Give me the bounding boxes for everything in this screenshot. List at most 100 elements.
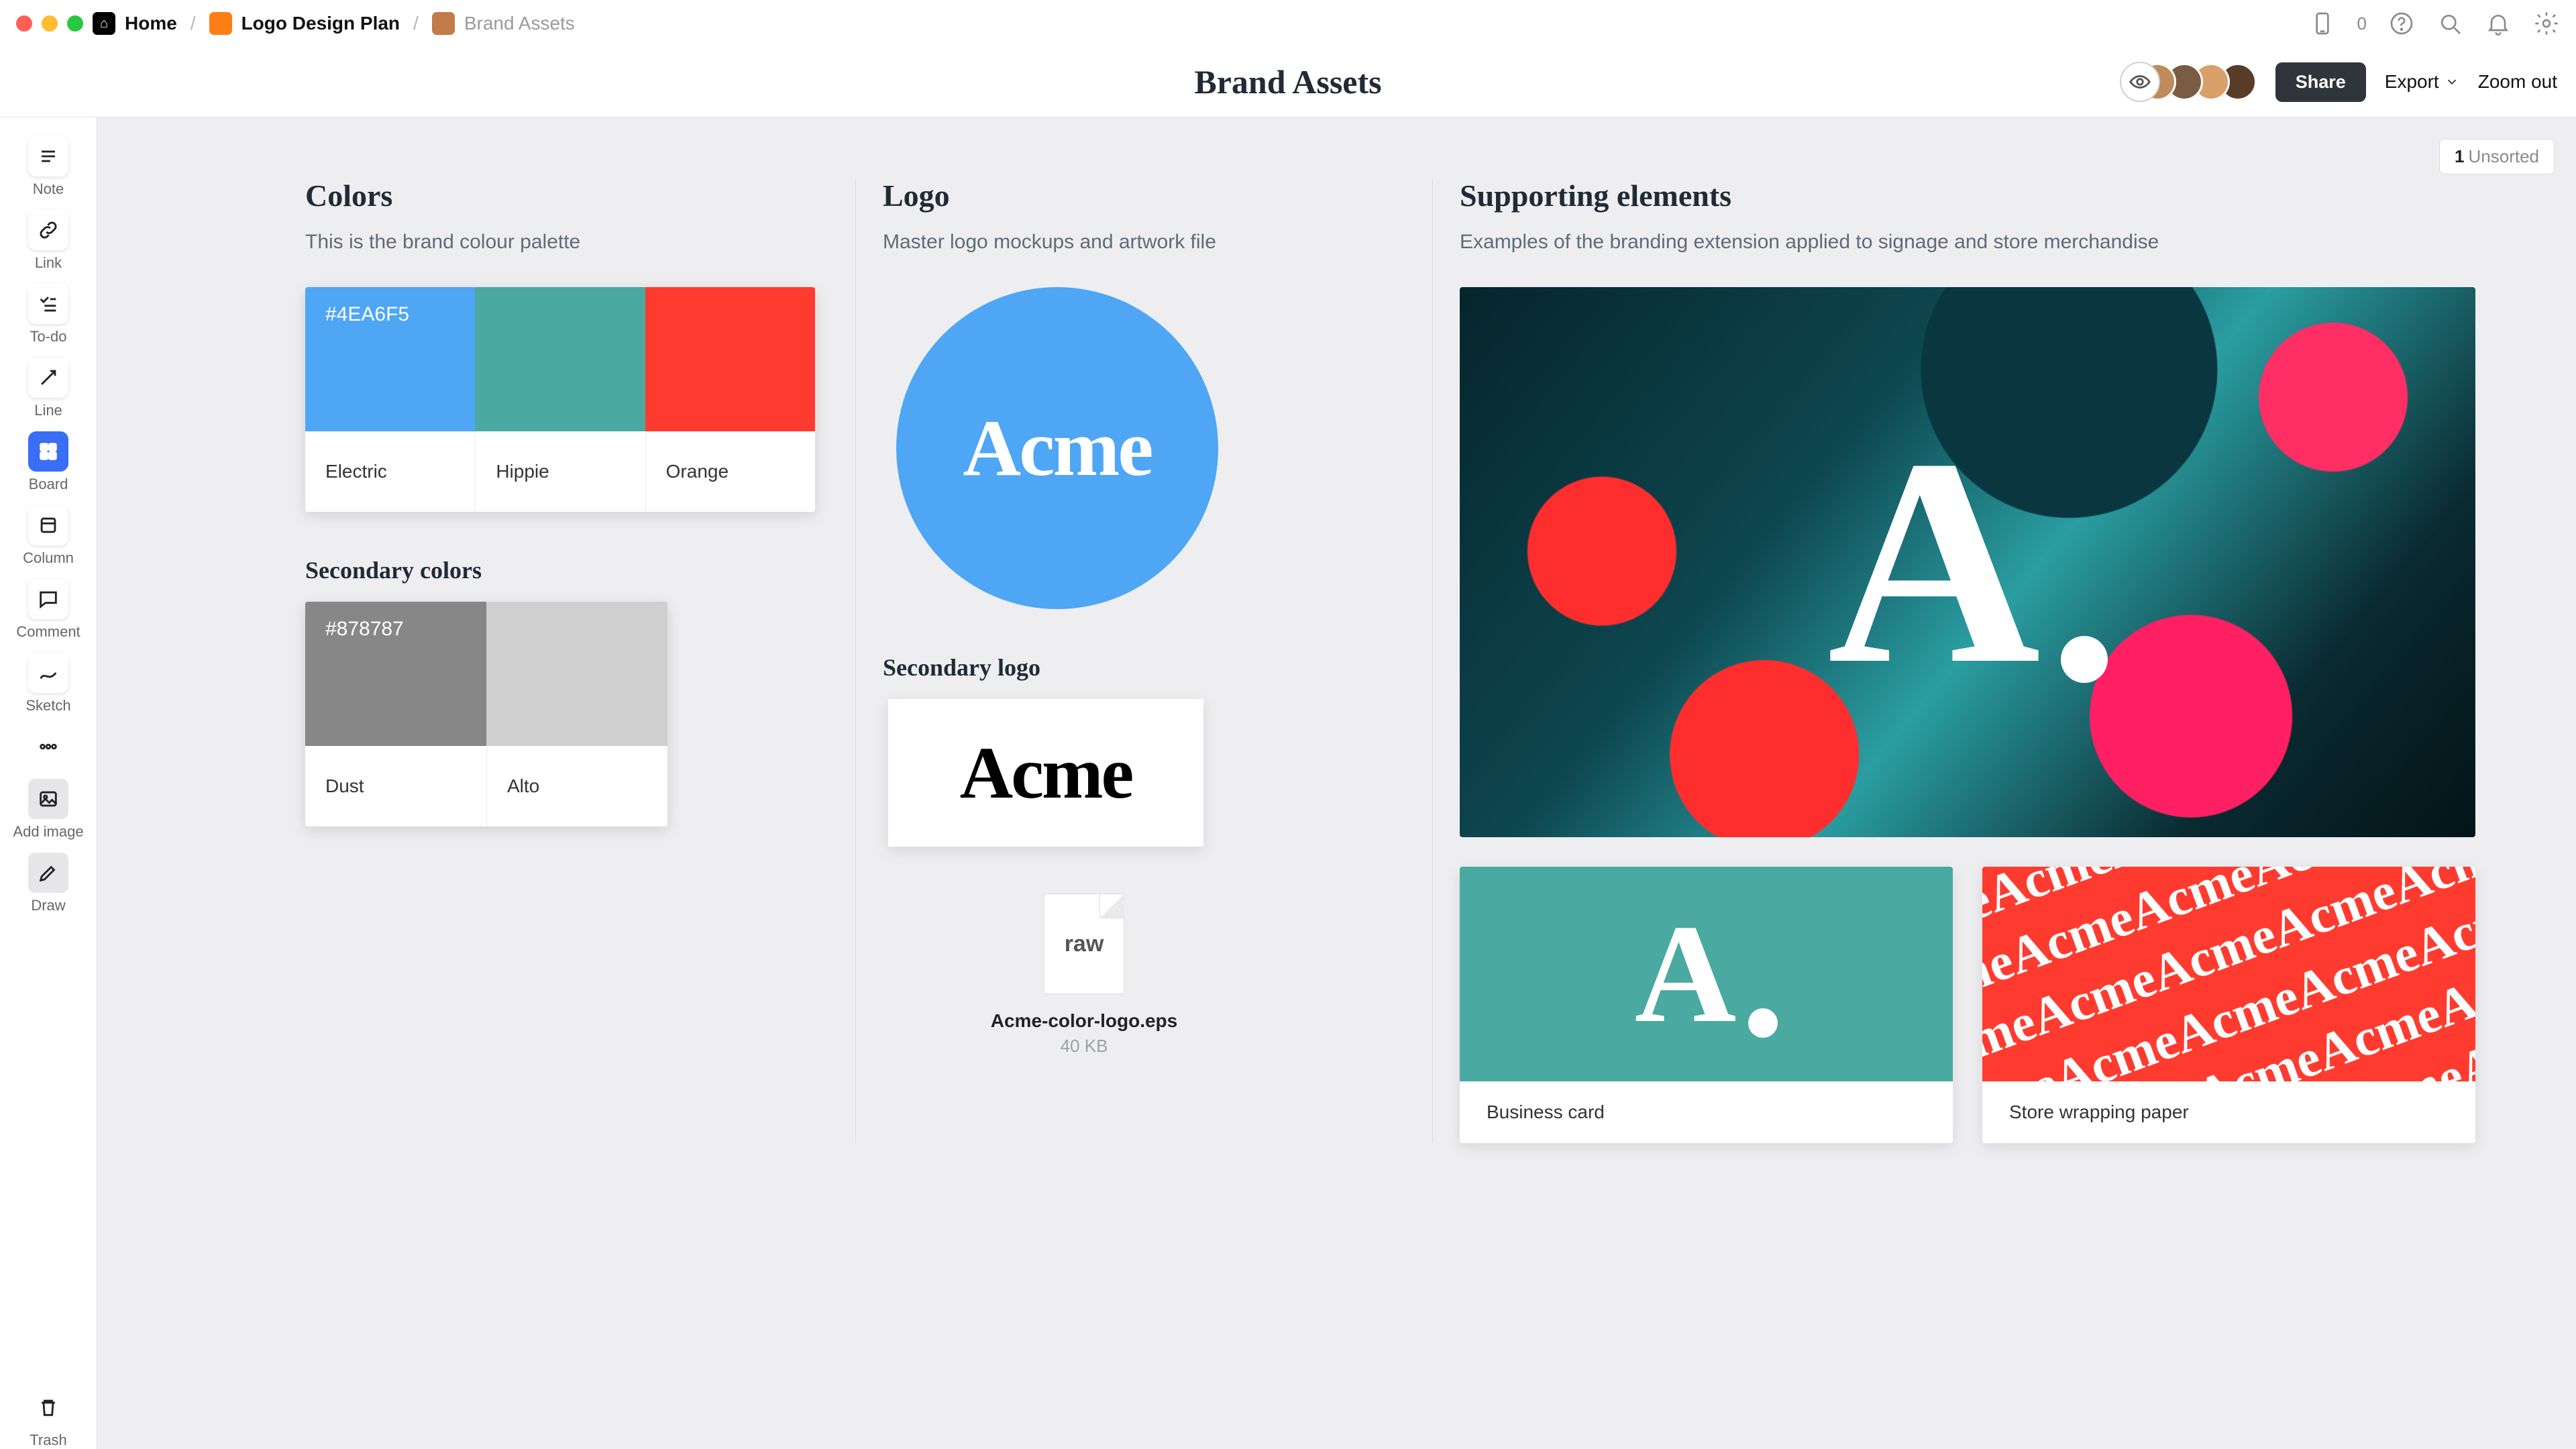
secondary-logo[interactable]: Acme xyxy=(888,699,1203,847)
logo-wordmark: Acme xyxy=(963,402,1151,494)
swatch[interactable]: Orange xyxy=(645,287,815,512)
card-thumb: A xyxy=(1460,867,1953,1081)
card-caption: Business card xyxy=(1460,1081,1953,1143)
card-caption: Store wrapping paper xyxy=(1982,1081,2475,1143)
device-icon[interactable] xyxy=(2309,10,2336,37)
board-canvas[interactable]: 1Unsorted Colors This is the brand colou… xyxy=(97,117,2576,1449)
swatch[interactable]: #4EA6F5 Electric xyxy=(305,287,475,512)
gear-icon[interactable] xyxy=(2533,10,2560,37)
tool-label: Sketch xyxy=(25,697,70,714)
tool-label: Draw xyxy=(31,897,65,914)
tool-more[interactable] xyxy=(28,727,68,767)
hero-mark: A xyxy=(1827,415,2108,710)
tool-note[interactable]: Note xyxy=(28,136,68,198)
breadcrumb-home[interactable]: Home xyxy=(125,13,177,34)
column-sub: This is the brand colour palette xyxy=(305,231,828,254)
chevron-down-icon xyxy=(2445,74,2459,89)
tool-label: Board xyxy=(29,476,68,493)
tool-label: Note xyxy=(33,180,64,198)
window-controls xyxy=(16,15,83,32)
export-label: Export xyxy=(2385,71,2439,93)
bell-icon[interactable] xyxy=(2485,10,2512,37)
tool-label: Add image xyxy=(13,823,83,841)
primary-logo[interactable]: Acme xyxy=(896,287,1218,609)
column-sub: Master logo mockups and artwork file xyxy=(883,231,1405,254)
presence-eye-icon xyxy=(2120,62,2160,102)
tool-link[interactable]: Link xyxy=(28,210,68,272)
breadcrumb-sep: / xyxy=(409,13,423,34)
column-heading: Colors xyxy=(305,178,828,213)
tool-sidebar: Note Link To-do Line Board Column Commen… xyxy=(0,117,97,1449)
page-icon[interactable] xyxy=(432,12,455,35)
card-wrapping-paper[interactable]: AcmeAcmeAcmeAcmeAcmeAcmeAcmeAcmeAcmeAcme… xyxy=(1982,867,2475,1143)
tool-column[interactable]: Column xyxy=(23,505,74,567)
export-button[interactable]: Export xyxy=(2385,71,2459,93)
file-icon: raw xyxy=(1044,894,1124,994)
swatch-name: Alto xyxy=(486,746,667,826)
column-heading: Logo xyxy=(883,178,1405,213)
column-sub: Examples of the branding extension appli… xyxy=(1460,231,2475,254)
card-business-card[interactable]: A Business card xyxy=(1460,867,1953,1143)
home-icon[interactable]: ⌂ xyxy=(93,12,115,35)
tool-add-image[interactable]: Add image xyxy=(13,779,83,841)
period-icon xyxy=(2061,636,2108,683)
secondary-logo-heading: Secondary logo xyxy=(883,653,1405,682)
tool-label: Trash xyxy=(30,1432,66,1449)
column-logo: Logo Master logo mockups and artwork fil… xyxy=(855,178,1432,1143)
card-thumb: AcmeAcmeAcmeAcmeAcmeAcmeAcmeAcmeAcmeAcme… xyxy=(1982,867,2475,1081)
file-name: Acme-color-logo.eps xyxy=(991,1010,1177,1032)
pattern: AcmeAcmeAcmeAcmeAcmeAcmeAcmeAcmeAcmeAcme… xyxy=(1982,867,2475,1081)
zoom-out-button[interactable]: Zoom out xyxy=(2478,71,2557,93)
column-supporting: Supporting elements Examples of the bran… xyxy=(1432,178,2502,1143)
tool-label: Comment xyxy=(16,623,80,641)
breadcrumb-current: Brand Assets xyxy=(464,13,575,34)
tool-label: Column xyxy=(23,549,74,567)
unsorted-badge[interactable]: 1Unsorted xyxy=(2439,139,2555,174)
swatch-color xyxy=(645,287,815,431)
swatch-color xyxy=(475,287,645,431)
close-window-icon[interactable] xyxy=(16,15,32,32)
tool-label: Line xyxy=(34,402,62,419)
swatch-color: #4EA6F5 xyxy=(305,287,475,431)
period-icon xyxy=(1748,1008,1778,1038)
tool-draw[interactable]: Draw xyxy=(28,853,68,914)
card-mark: A xyxy=(1635,894,1778,1055)
tool-sketch[interactable]: Sketch xyxy=(25,653,70,714)
column-colors: Colors This is the brand colour palette … xyxy=(278,178,855,1143)
swatch-color xyxy=(486,602,667,746)
project-icon[interactable] xyxy=(209,12,232,35)
top-bar: ⌂ Home / Logo Design Plan / Brand Assets… xyxy=(0,0,2576,47)
tool-label: To-do xyxy=(30,328,66,345)
page-title: Brand Assets xyxy=(1194,62,1381,101)
swatch-name: Hippie xyxy=(475,431,645,512)
swatch-name: Electric xyxy=(305,431,475,512)
share-button[interactable]: Share xyxy=(2275,62,2366,102)
page-header: Brand Assets Share Export Zoom out xyxy=(0,47,2576,117)
unsorted-count: 1 xyxy=(2455,146,2464,166)
search-icon[interactable] xyxy=(2436,10,2463,37)
breadcrumb-sep: / xyxy=(186,13,200,34)
minimize-window-icon[interactable] xyxy=(42,15,58,32)
logo-wordmark: Acme xyxy=(960,731,1132,816)
presence-avatars[interactable] xyxy=(2120,62,2257,102)
tool-board[interactable]: Board xyxy=(28,431,68,493)
tool-line[interactable]: Line xyxy=(28,358,68,419)
file-attachment[interactable]: raw Acme-color-logo.eps 40 KB xyxy=(983,894,1185,1057)
swatch[interactable]: Hippie xyxy=(475,287,645,512)
swatch-color: #878787 xyxy=(305,602,486,746)
column-heading: Supporting elements xyxy=(1460,178,2475,213)
help-icon[interactable] xyxy=(2388,10,2415,37)
breadcrumb-project[interactable]: Logo Design Plan xyxy=(241,13,400,34)
secondary-swatches: #878787 Dust Alto xyxy=(305,602,667,826)
swatch-name: Orange xyxy=(645,431,815,512)
primary-swatches: #4EA6F5 Electric Hippie Orange xyxy=(305,287,815,512)
hero-image[interactable]: A xyxy=(1460,287,2475,837)
file-size: 40 KB xyxy=(1061,1036,1108,1057)
tool-todo[interactable]: To-do xyxy=(28,284,68,345)
swatch[interactable]: Alto xyxy=(486,602,667,826)
tool-trash[interactable]: Trash xyxy=(28,1387,68,1449)
tool-comment[interactable]: Comment xyxy=(16,579,80,641)
swatch-name: Dust xyxy=(305,746,486,826)
maximize-window-icon[interactable] xyxy=(67,15,83,32)
swatch[interactable]: #878787 Dust xyxy=(305,602,486,826)
